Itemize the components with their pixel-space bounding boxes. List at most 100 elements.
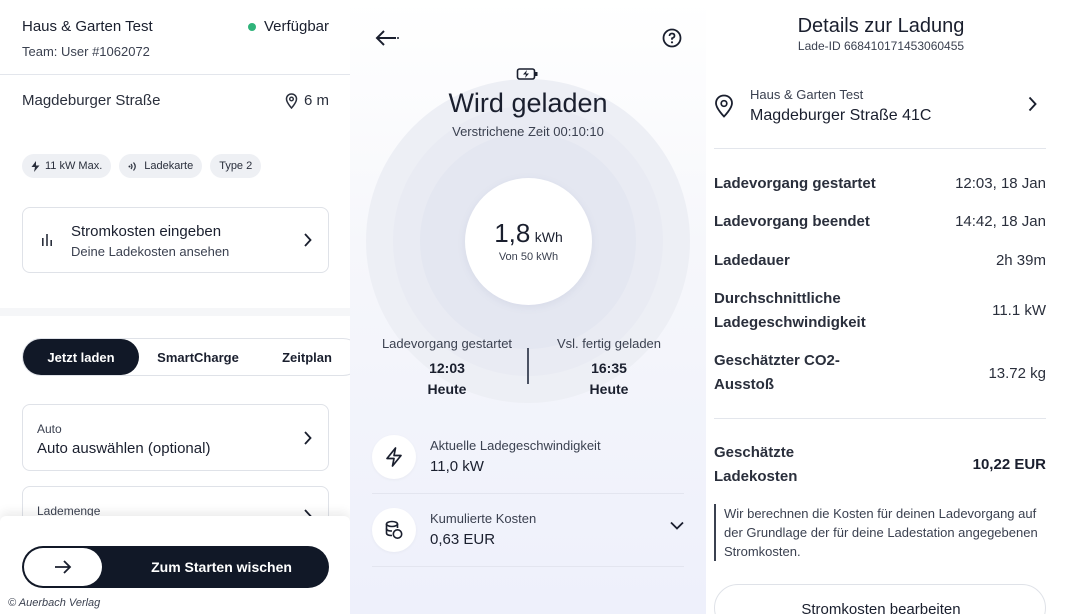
copyright-notice: © Auerbach Verlag (8, 597, 101, 609)
cost-note: Wir berechnen die Kosten für deinen Lade… (714, 504, 1046, 561)
status-text: Verfügbar (263, 18, 329, 35)
detail-key: Durchschnittliche Ladegeschwindigkeit (714, 287, 866, 335)
location-name: Haus & Garten Test (750, 87, 864, 102)
tab-jetzt-laden[interactable]: Jetzt laden (23, 339, 139, 375)
tab-smartcharge[interactable]: SmartCharge (139, 339, 257, 375)
charge-id: Lade-ID 668410171453060455 (797, 39, 965, 53)
detail-key-line: Ausstoß (714, 376, 774, 393)
finish-day: Heute (589, 381, 629, 397)
coins-icon (385, 520, 403, 539)
station-panel: Haus & Garten Test Team: User #1062072 V… (0, 0, 350, 614)
section-separator (0, 308, 350, 316)
detail-key: Ladevorgang beendet (714, 213, 870, 230)
car-label: Auto (37, 422, 62, 436)
charging-status-title: Wird geladen (448, 88, 608, 118)
back-arrow-icon[interactable] (374, 28, 400, 48)
cost-card-title: Stromkosten eingeben (71, 223, 222, 240)
detail-key: Ladevorgang gestartet (714, 175, 876, 192)
charge-mode-tabs: Jetzt laden SmartCharge Zeitplan (22, 338, 350, 376)
detail-value: 2h 39m (995, 252, 1046, 269)
slider-handle[interactable] (24, 548, 102, 586)
swipe-to-start-slider[interactable]: Zum Starten wischen (22, 546, 329, 588)
detail-key: Geschätzter CO2- Ausstoß (714, 349, 840, 397)
chevron-down-icon[interactable] (670, 521, 684, 530)
bolt-icon (386, 447, 402, 467)
charging-panel: Wird geladen Verstrichene Zeit 00:10:10 … (350, 0, 706, 614)
start-time-block: Ladevorgang gestartet 12:03 Heute (362, 336, 532, 397)
tab-zeitplan[interactable]: Zeitplan (257, 339, 350, 375)
station-address: Magdeburger Straße (22, 92, 161, 109)
car-select-card[interactable]: Auto Auto auswählen (optional) (22, 404, 329, 471)
location-address[interactable]: Magdeburger Straße 41C (750, 107, 931, 125)
finish-time: 16:35 (591, 360, 627, 376)
arrow-right-icon (55, 560, 72, 574)
page-title: Details zur Ladung (797, 15, 965, 37)
estimated-cost-key: Geschätzte Ladekosten (714, 441, 797, 489)
chip-card: Ladekarte (119, 154, 203, 178)
detail-value: 12:03, 18 Jan (955, 175, 1046, 192)
chevron-right-icon (304, 430, 312, 445)
energy-target: Von 50 kWh (498, 251, 559, 263)
detail-value: 11.1 kW (992, 302, 1046, 319)
divider (372, 493, 684, 494)
finish-time-block: Vsl. fertig geladen 16:35 Heute (524, 336, 694, 397)
edit-electricity-cost-button[interactable]: Stromkosten bearbeiten (714, 584, 1046, 614)
nfc-icon (128, 161, 137, 171)
help-icon[interactable] (662, 28, 682, 48)
chip-power: 11 kW Max. (22, 154, 112, 178)
detail-key-line: Geschätzte (714, 444, 795, 461)
estimated-cost-value: 10,22 EUR (972, 456, 1046, 473)
detail-row: Geschätzter CO2- Ausstoß 13.72 kg (714, 349, 1046, 397)
charge-times: Ladevorgang gestartet 12:03 Heute Vsl. f… (350, 336, 706, 400)
estimated-cost-row: Geschätzte Ladekosten 10,22 EUR (714, 441, 1046, 489)
detail-value: 13.72 kg (988, 365, 1046, 382)
location-pin-icon (285, 92, 298, 109)
chip-label: Ladekarte (144, 160, 194, 172)
speed-icon-wrap (372, 435, 416, 479)
cost-label: Kumulierte Kosten (430, 511, 537, 526)
divider (372, 566, 684, 567)
chevron-right-icon[interactable] (1028, 96, 1037, 112)
start-day: Heute (427, 381, 467, 397)
finish-label: Vsl. fertig geladen (556, 336, 662, 351)
button-label: Stromkosten bearbeiten (801, 601, 961, 614)
detail-key-line: Ladekosten (714, 468, 798, 485)
detail-row: Ladedauer 2h 39m (714, 249, 1046, 273)
detail-row: Ladevorgang gestartet 12:03, 18 Jan (714, 172, 1046, 196)
charging-speed-row: Aktuelle Ladegeschwindigkeit 11,0 kW (372, 424, 684, 490)
start-time: 12:03 (429, 360, 465, 376)
start-label: Ladevorgang gestartet (381, 336, 513, 351)
chip-label: Type 2 (219, 160, 253, 172)
chevron-right-icon (304, 233, 312, 247)
team-label: Team: User #1062072 (22, 44, 150, 59)
cost-value: 0,63 EUR (430, 531, 496, 548)
location-pin-icon (715, 94, 733, 118)
slider-label: Zum Starten wischen (151, 559, 292, 575)
cost-card-subtitle: Deine Ladekosten ansehen (71, 244, 230, 259)
detail-key: Ladedauer (714, 252, 790, 269)
speed-label: Aktuelle Ladegeschwindigkeit (430, 438, 601, 453)
cumulative-cost-row[interactable]: Kumulierte Kosten 0,63 EUR (372, 497, 684, 563)
bolt-icon (31, 160, 40, 172)
energy-circle: 1,8 kWh Von 50 kWh (465, 178, 592, 305)
bar-chart-icon (42, 234, 52, 246)
detail-key-line: Geschätzter CO2- (714, 352, 840, 369)
distance-value: 6 m (303, 92, 329, 109)
energy-unit: kWh (534, 229, 563, 245)
speed-value: 11,0 kW (430, 458, 484, 475)
chip-label: 11 kW Max. (45, 160, 103, 172)
detail-row: Ladevorgang beendet 14:42, 18 Jan (714, 210, 1046, 234)
detail-key-line: Durchschnittliche (714, 290, 841, 307)
divider (714, 418, 1046, 419)
charging-battery-icon (516, 68, 538, 80)
electricity-cost-card[interactable]: Stromkosten eingeben Deine Ladekosten an… (22, 207, 329, 273)
detail-row: Durchschnittliche Ladegeschwindigkeit 11… (714, 287, 1046, 335)
divider (714, 148, 1046, 149)
car-value: Auto auswählen (optional) (37, 440, 211, 457)
energy-number: 1,8 (494, 218, 531, 248)
divider (0, 74, 350, 75)
detail-key-line: Ladegeschwindigkeit (714, 314, 866, 331)
connector-chips: 11 kW Max. Ladekarte Type 2 (22, 154, 262, 178)
status-dot-icon (247, 22, 256, 31)
chip-connector: Type 2 (210, 154, 262, 178)
